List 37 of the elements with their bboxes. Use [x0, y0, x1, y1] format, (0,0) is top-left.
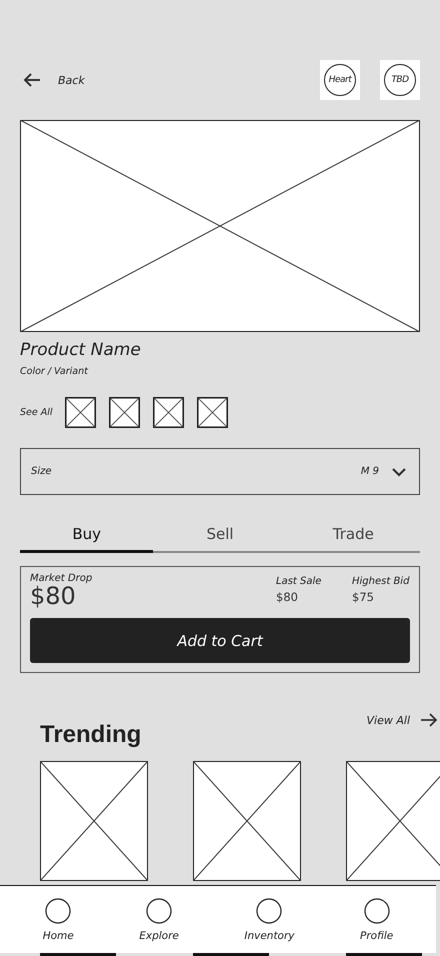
product-name: Product Name — [20, 340, 142, 360]
nav-item[interactable]: Inventory — [244, 898, 295, 942]
nav-item[interactable]: Explore — [139, 898, 179, 942]
section-title: Trending — [40, 721, 142, 749]
variant-label: Color / Variant — [20, 366, 89, 377]
circle-icon — [364, 898, 390, 924]
nav-item[interactable]: Home — [42, 898, 74, 942]
image-placeholder[interactable] — [40, 761, 148, 881]
market-price: $80 — [30, 584, 76, 608]
circle-icon — [256, 898, 282, 924]
view-all-link[interactable]: View All — [366, 713, 438, 727]
tab[interactable]: Trade — [286, 523, 420, 553]
nav-item[interactable]: Profile — [360, 898, 394, 942]
size-dropdown[interactable]: Size M 9 — [20, 448, 420, 495]
stat-value: $80 — [276, 590, 299, 604]
image-placeholder[interactable] — [346, 761, 440, 881]
tab[interactable]: Buy — [20, 523, 154, 553]
stat-label: Highest Bid — [352, 576, 410, 587]
circle-icon — [146, 898, 172, 924]
swatch-placeholder[interactable] — [64, 397, 96, 428]
see-all-link[interactable]: See All — [20, 407, 53, 418]
circle-icon — [45, 898, 72, 924]
stat-label: Last Sale — [276, 576, 322, 587]
arrow-right-icon — [420, 713, 438, 727]
add-to-cart-button[interactable]: Add to Cart — [30, 618, 410, 663]
swatch-placeholder[interactable] — [196, 397, 228, 428]
stat-value: $75 — [352, 590, 375, 604]
swatch-placeholder[interactable] — [108, 397, 140, 428]
back-arrow-icon — [22, 72, 42, 88]
image-placeholder[interactable] — [193, 761, 301, 881]
market-label: Market Drop — [30, 573, 94, 584]
back-button[interactable]: Back — [22, 72, 85, 88]
swatch-placeholder[interactable] — [152, 397, 184, 428]
circle-button[interactable]: Heart — [320, 60, 360, 100]
chevron-down-icon — [391, 466, 407, 476]
circle-button[interactable]: TBD — [380, 60, 420, 100]
tab[interactable]: Sell — [153, 523, 287, 553]
